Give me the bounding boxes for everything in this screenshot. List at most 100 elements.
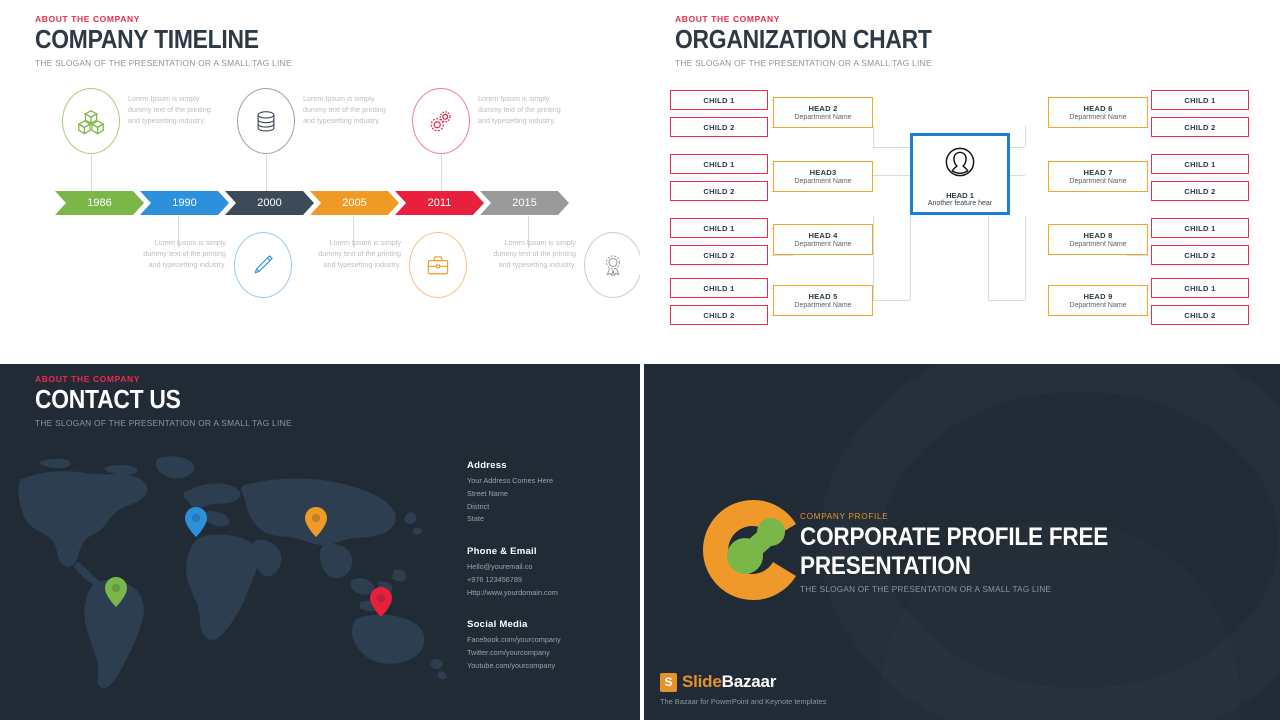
org-child-box[interactable]: CHILD 2	[1151, 117, 1249, 137]
timeline-chevron-2000[interactable]: 2000	[225, 191, 314, 215]
contact-website[interactable]: Http://www.yourdomain.com	[467, 587, 627, 600]
contact-details: Address Your Address Comes Here Street N…	[467, 460, 627, 693]
org-head-box-9[interactable]: HEAD 9 Department Name	[1048, 285, 1148, 316]
org-head-box-2[interactable]: HEAD 2 Department Name	[773, 97, 873, 128]
contact-phone[interactable]: +976 123456789	[467, 574, 627, 587]
timeline-text-2015: Lorem Ipsum is simply dummy text of the …	[493, 238, 576, 270]
contact-line: District	[467, 501, 490, 511]
org-child-box[interactable]: CHILD 1	[1151, 90, 1249, 110]
slide-divider-horizontal	[0, 356, 1280, 364]
timeline-chevron-2011[interactable]: 2011	[395, 191, 484, 215]
org-child-box[interactable]: CHILD 1	[1151, 278, 1249, 298]
slidebazaar-tagline: The Bazaar for PowerPoint and Keynote te…	[660, 697, 827, 706]
gears-icon	[412, 88, 470, 154]
org-child-box[interactable]: CHILD 2	[1151, 181, 1249, 201]
timeline-text-1986: Lorem Ipsum is simply dummy text of the …	[128, 94, 211, 126]
org-child-box[interactable]: CHILD 1	[670, 278, 768, 298]
world-map	[8, 452, 448, 702]
chevron-year-label: 2005	[342, 197, 367, 209]
cover-slogan: THE SLOGAN OF THE PRESENTATION OR A SMAL…	[800, 585, 1052, 594]
timeline-chevron-1986[interactable]: 1986	[55, 191, 144, 215]
org-child-box[interactable]: CHILD 2	[1151, 305, 1249, 325]
timeline-item-2015[interactable]: Lorem Ipsum is simply dummy text of the …	[470, 232, 640, 307]
timeline-item-1990[interactable]: Lorem Ipsum is simply dummy text of the …	[120, 232, 292, 307]
map-pin-asia[interactable]	[305, 507, 327, 542]
contact-block-phone-email: Phone & Email Hello@youremail.co +976 12…	[467, 546, 627, 599]
contact-block-address: Address Your Address Comes Here Street N…	[467, 460, 627, 526]
org-head-box-3[interactable]: HEAD3 Department Name	[773, 161, 873, 192]
org-child-box[interactable]: CHILD 1	[670, 90, 768, 110]
slide-company-timeline: ABOUT THE COMPANY COMPANY TIMELINE THE S…	[0, 0, 640, 360]
social-link-youtube[interactable]: Youtube.com/yourcompany	[467, 660, 627, 673]
slidebazaar-badge-icon: S	[660, 672, 677, 692]
cubes-icon	[62, 88, 120, 154]
cover-title: CORPORATE PROFILE FREE PRESENTATION	[800, 523, 1109, 580]
timeline-chevron-2005[interactable]: 2005	[310, 191, 399, 215]
timeline-text-2000: Lorem Ipsum is simply dummy text of the …	[303, 94, 386, 126]
org-child-box[interactable]: CHILD 2	[670, 181, 768, 201]
timeline-top-row: Lorem Ipsum is simply dummy text of the …	[62, 88, 582, 163]
org-child-box[interactable]: CHILD 2	[1151, 245, 1249, 265]
contact-email[interactable]: Hello@youremail.co	[467, 561, 627, 574]
timeline-header: ABOUT THE COMPANY COMPANY TIMELINE THE S…	[35, 14, 292, 68]
slidebazaar-logo[interactable]: S SlideBazaar	[660, 672, 776, 692]
timeline-item-2005[interactable]: Lorem Ipsum is simply dummy text of the …	[295, 232, 467, 307]
brand-name-part1: Slide	[682, 672, 722, 691]
timeline-item-2011[interactable]: Lorem Ipsum is simply dummy text of the …	[412, 88, 584, 163]
social-link-facebook[interactable]: Facebook.com/yourcompany	[467, 634, 627, 647]
chevron-year-label: 2000	[257, 197, 282, 209]
briefcase-icon	[409, 232, 467, 298]
timeline-chevron-1990[interactable]: 1990	[140, 191, 229, 215]
org-head-box-8[interactable]: HEAD 8 Department Name	[1048, 224, 1148, 255]
timeline-item-2000[interactable]: Lorem Ipsum is simply dummy text of the …	[237, 88, 409, 163]
org-center-node[interactable]: HEAD 1 Another feature hear	[910, 133, 1010, 215]
org-head-box-5[interactable]: HEAD 5 Department Name	[773, 285, 873, 316]
timeline-chevron-2015[interactable]: 2015	[480, 191, 569, 215]
timeline-chevron-band: 1986 1990 2000 2005 2011 2015	[55, 191, 565, 215]
contact-block-social: Social Media Facebook.com/yourcompany Tw…	[467, 619, 627, 672]
social-link-twitter[interactable]: Twitter.com/yourcompany	[467, 647, 627, 660]
chevron-year-label: 1986	[87, 197, 112, 209]
contact-line: State	[467, 514, 485, 524]
slide-cover: COMPANY PROFILE CORPORATE PROFILE FREE P…	[640, 360, 1280, 720]
person-icon	[940, 142, 980, 187]
org-child-box[interactable]: CHILD 2	[670, 305, 768, 325]
cover-kicker: COMPANY PROFILE	[800, 512, 889, 521]
org-child-box[interactable]: CHILD 2	[670, 245, 768, 265]
award-icon	[584, 232, 640, 298]
slide-contact-us: ABOUT THE COMPANY CONTACT US THE SLOGAN …	[0, 360, 640, 720]
company-logo	[695, 492, 811, 608]
timeline-item-1986[interactable]: Lorem Ipsum is simply dummy text of the …	[62, 88, 234, 163]
timeline-text-1990: Lorem Ipsum is simply dummy text of the …	[143, 238, 226, 270]
contact-heading: Phone & Email	[467, 546, 537, 558]
contact-line: Street Name	[467, 488, 508, 498]
org-child-box[interactable]: CHILD 1	[670, 218, 768, 238]
chevron-year-label: 2015	[512, 197, 537, 209]
timeline-slogan: THE SLOGAN OF THE PRESENTATION OR A SMAL…	[35, 58, 292, 69]
cover-text-block: COMPANY PROFILE CORPORATE PROFILE FREE P…	[800, 512, 1280, 594]
map-pin-europe[interactable]	[185, 507, 207, 542]
org-head-box-4[interactable]: HEAD 4 Department Name	[773, 224, 873, 255]
org-child-box[interactable]: CHILD 1	[1151, 218, 1249, 238]
contact-heading: Address	[467, 460, 507, 471]
timeline-connector-1986	[91, 155, 92, 191]
map-pin-oceania[interactable]	[370, 587, 392, 622]
timeline-connector-2000	[266, 155, 267, 191]
org-child-box[interactable]: CHILD 2	[670, 117, 768, 137]
brand-name-part2: Bazaar	[721, 672, 777, 691]
contact-title: CONTACT US	[35, 384, 181, 414]
org-head-box-6[interactable]: HEAD 6 Department Name	[1048, 97, 1148, 128]
slidebazaar-wordmark: SlideBazaar	[682, 672, 776, 692]
contact-line: Your Address Comes Here	[467, 476, 554, 485]
contact-heading: Social Media	[467, 619, 528, 631]
map-pin-south-america[interactable]	[105, 577, 127, 612]
org-center-name: HEAD 1	[946, 190, 974, 200]
timeline-bottom-row: Lorem Ipsum is simply dummy text of the …	[62, 232, 640, 310]
org-child-box[interactable]: CHILD 1	[670, 154, 768, 174]
org-head-box-7[interactable]: HEAD 7 Department Name	[1048, 161, 1148, 192]
contact-kicker: ABOUT THE COMPANY	[35, 374, 140, 384]
chevron-year-label: 1990	[172, 197, 197, 209]
org-child-box[interactable]: CHILD 1	[1151, 154, 1249, 174]
chevron-year-label: 2011	[427, 197, 452, 209]
org-center-subtitle: Another feature hear	[927, 199, 993, 207]
